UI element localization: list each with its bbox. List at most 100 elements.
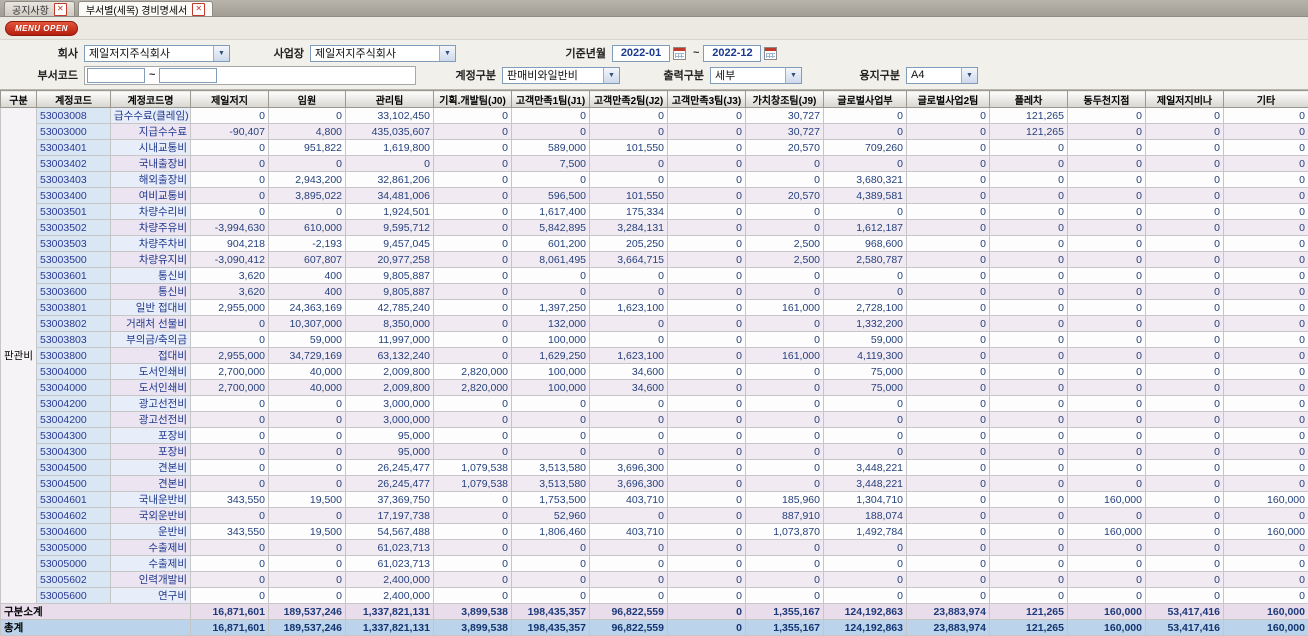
value-cell[interactable]: -3,994,630 — [191, 220, 269, 236]
value-cell[interactable]: 0 — [907, 108, 990, 124]
account-code-cell[interactable]: 53003000 — [37, 124, 111, 140]
account-code-cell[interactable]: 53004300 — [37, 428, 111, 444]
value-cell[interactable]: 0 — [434, 556, 512, 572]
value-cell[interactable]: 0 — [269, 156, 346, 172]
value-cell[interactable]: 0 — [907, 524, 990, 540]
account-name-cell[interactable]: 국내운반비 — [111, 492, 191, 508]
value-cell[interactable]: 0 — [990, 476, 1068, 492]
value-cell[interactable]: 0 — [990, 220, 1068, 236]
value-cell[interactable]: 0 — [1224, 412, 1308, 428]
value-cell[interactable]: 0 — [746, 540, 824, 556]
value-cell[interactable]: 10,307,000 — [269, 316, 346, 332]
value-cell[interactable]: 0 — [1068, 460, 1146, 476]
account-code-cell[interactable]: 53003600 — [37, 284, 111, 300]
value-cell[interactable]: 0 — [824, 540, 907, 556]
value-cell[interactable]: 0 — [746, 444, 824, 460]
value-cell[interactable]: 63,132,240 — [346, 348, 434, 364]
value-cell[interactable]: 0 — [1068, 188, 1146, 204]
value-cell[interactable]: 0 — [824, 284, 907, 300]
value-cell[interactable]: 2,728,100 — [824, 300, 907, 316]
value-cell[interactable]: 0 — [1224, 332, 1308, 348]
dept-to-input[interactable] — [159, 68, 217, 83]
value-cell[interactable]: 0 — [590, 172, 668, 188]
table-row[interactable]: 53005000수출제비0061,023,71300000000000 — [1, 540, 1308, 556]
value-cell[interactable]: 0 — [434, 540, 512, 556]
value-cell[interactable]: 0 — [1224, 204, 1308, 220]
value-cell[interactable]: 0 — [191, 572, 269, 588]
value-cell[interactable]: 0 — [746, 204, 824, 220]
value-cell[interactable]: 0 — [1068, 108, 1146, 124]
table-row[interactable]: 53004500견본비0026,245,4771,079,5383,513,58… — [1, 476, 1308, 492]
value-cell[interactable]: 0 — [990, 332, 1068, 348]
value-cell[interactable]: 0 — [668, 316, 746, 332]
value-cell[interactable]: 887,910 — [746, 508, 824, 524]
value-cell[interactable]: 0 — [1068, 140, 1146, 156]
value-cell[interactable]: 0 — [512, 396, 590, 412]
value-cell[interactable]: 0 — [668, 364, 746, 380]
account-name-cell[interactable]: 해외출장비 — [111, 172, 191, 188]
value-cell[interactable]: 0 — [824, 204, 907, 220]
value-cell[interactable]: 0 — [746, 588, 824, 604]
account-group-select[interactable]: 판매비와일반비 ▼ — [502, 67, 620, 84]
value-cell[interactable]: 30,727 — [746, 124, 824, 140]
value-cell[interactable]: 0 — [191, 108, 269, 124]
value-cell[interactable]: 0 — [1146, 492, 1224, 508]
value-cell[interactable]: 1,079,538 — [434, 476, 512, 492]
table-row[interactable]: 53003503차량주차비904,218-2,1939,457,0450601,… — [1, 236, 1308, 252]
value-cell[interactable]: 30,727 — [746, 108, 824, 124]
value-cell[interactable]: 0 — [191, 476, 269, 492]
value-cell[interactable]: 0 — [668, 108, 746, 124]
value-cell[interactable]: 0 — [1146, 172, 1224, 188]
account-code-cell[interactable]: 53005600 — [37, 588, 111, 604]
value-cell[interactable]: 0 — [907, 540, 990, 556]
value-cell[interactable]: 3,696,300 — [590, 460, 668, 476]
value-cell[interactable]: 0 — [434, 348, 512, 364]
value-cell[interactable]: 121,265 — [990, 604, 1068, 620]
value-cell[interactable]: 0 — [1146, 572, 1224, 588]
account-code-cell[interactable]: 53004200 — [37, 412, 111, 428]
value-cell[interactable]: 0 — [269, 412, 346, 428]
value-cell[interactable]: 19,500 — [269, 492, 346, 508]
value-cell[interactable]: 0 — [1224, 300, 1308, 316]
value-cell[interactable]: 0 — [269, 460, 346, 476]
value-cell[interactable]: 0 — [512, 124, 590, 140]
value-cell[interactable]: 0 — [907, 140, 990, 156]
company-select[interactable]: 제일저지주식회사 ▼ — [84, 45, 230, 62]
value-cell[interactable]: 0 — [907, 236, 990, 252]
value-cell[interactable]: 185,960 — [746, 492, 824, 508]
value-cell[interactable]: 11,997,000 — [346, 332, 434, 348]
value-cell[interactable]: 0 — [590, 556, 668, 572]
value-cell[interactable]: 400 — [269, 284, 346, 300]
value-cell[interactable]: 3,664,715 — [590, 252, 668, 268]
value-cell[interactable]: 4,389,581 — [824, 188, 907, 204]
value-cell[interactable]: 9,805,887 — [346, 268, 434, 284]
value-cell[interactable]: 160,000 — [1224, 604, 1308, 620]
value-cell[interactable]: 0 — [512, 540, 590, 556]
value-cell[interactable]: 0 — [824, 588, 907, 604]
value-cell[interactable]: 0 — [191, 428, 269, 444]
value-cell[interactable]: 589,000 — [512, 140, 590, 156]
value-cell[interactable]: 0 — [746, 316, 824, 332]
value-cell[interactable]: 0 — [1146, 380, 1224, 396]
value-cell[interactable]: 0 — [512, 108, 590, 124]
value-cell[interactable]: 0 — [990, 572, 1068, 588]
account-name-cell[interactable]: 도서인쇄비 — [111, 380, 191, 396]
value-cell[interactable]: 0 — [668, 124, 746, 140]
value-cell[interactable]: 0 — [990, 492, 1068, 508]
value-cell[interactable]: 0 — [269, 108, 346, 124]
value-cell[interactable]: 0 — [1068, 300, 1146, 316]
value-cell[interactable]: 9,595,712 — [346, 220, 434, 236]
value-cell[interactable]: 160,000 — [1068, 492, 1146, 508]
value-cell[interactable]: 0 — [1224, 268, 1308, 284]
value-cell[interactable]: 0 — [1146, 140, 1224, 156]
value-cell[interactable]: 0 — [434, 316, 512, 332]
value-cell[interactable]: 1,753,500 — [512, 492, 590, 508]
value-cell[interactable]: 0 — [990, 268, 1068, 284]
value-cell[interactable]: -90,407 — [191, 124, 269, 140]
value-cell[interactable]: 7,500 — [512, 156, 590, 172]
value-cell[interactable]: 0 — [990, 508, 1068, 524]
account-code-cell[interactable]: 53004500 — [37, 476, 111, 492]
account-code-cell[interactable]: 53003800 — [37, 348, 111, 364]
value-cell[interactable]: 0 — [1224, 508, 1308, 524]
value-cell[interactable]: 3,284,131 — [590, 220, 668, 236]
